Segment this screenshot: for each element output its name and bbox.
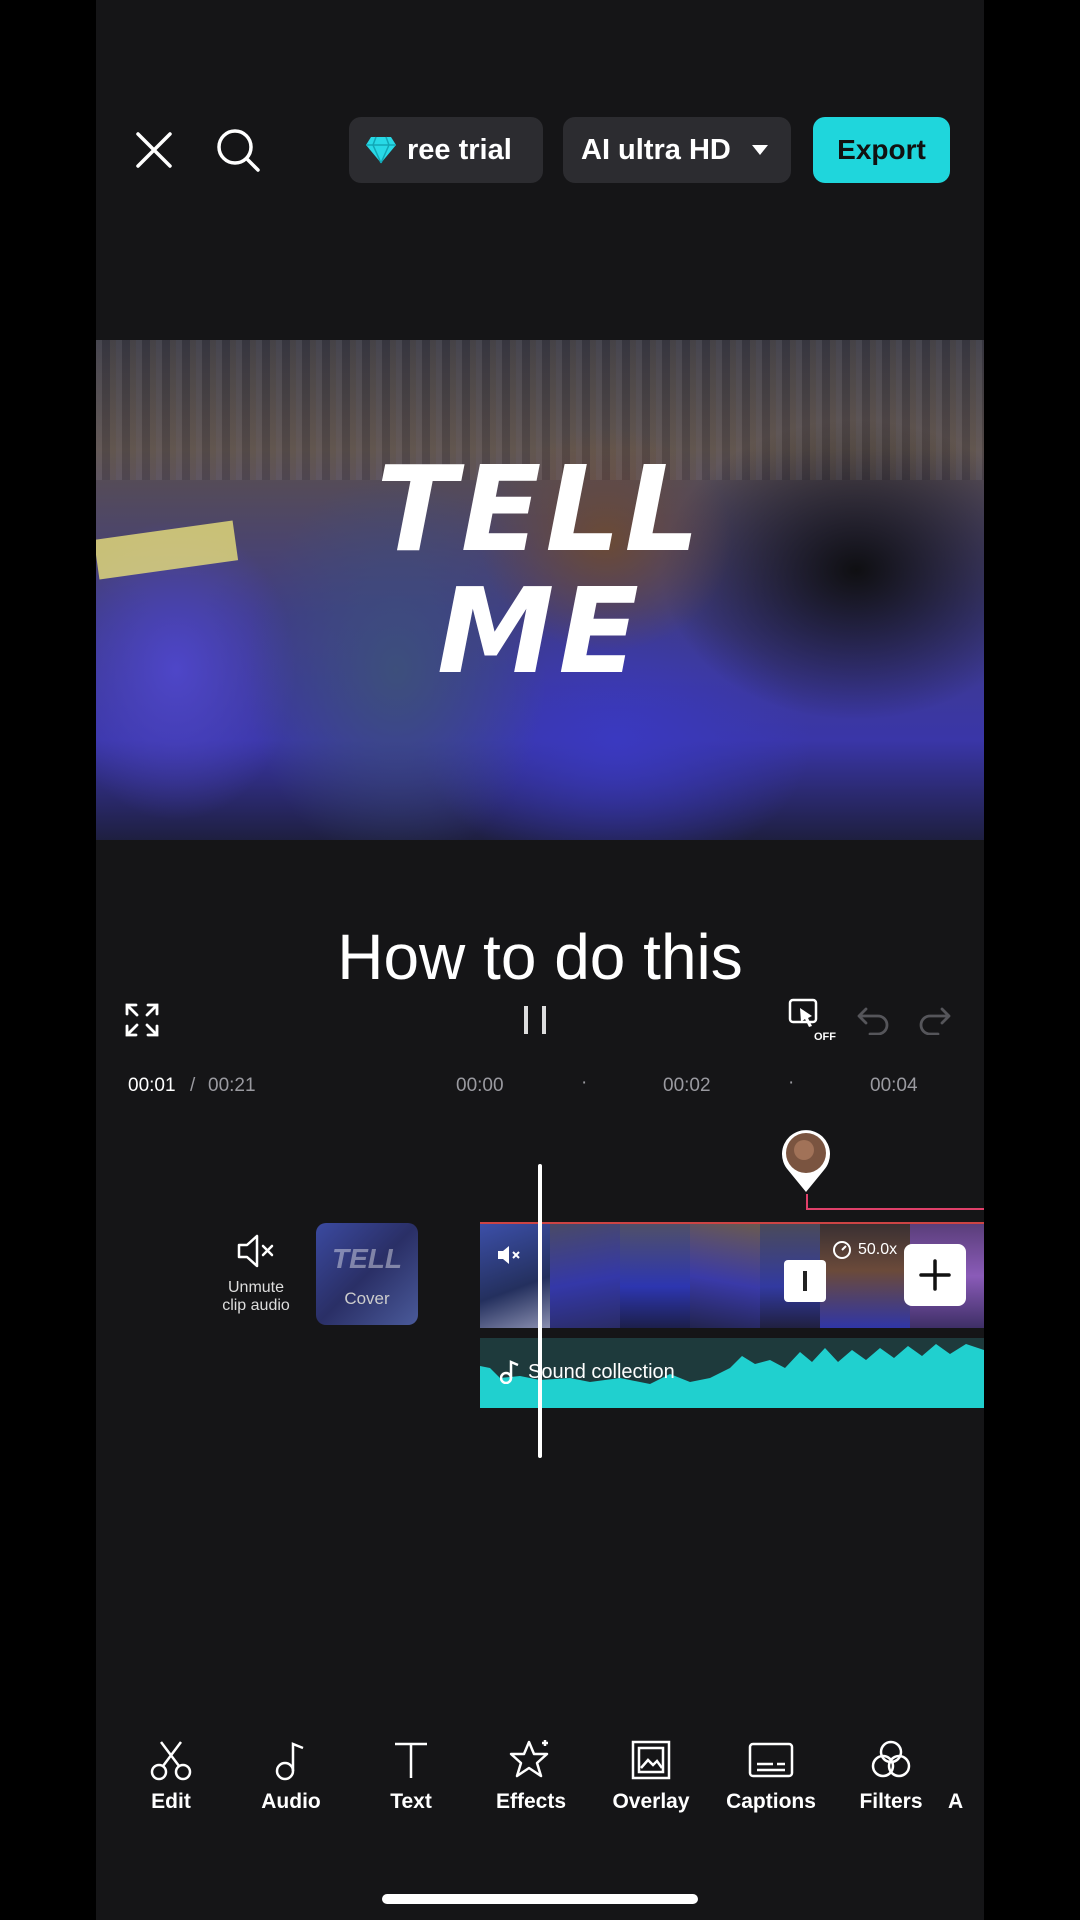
audio-track[interactable]: Sound collection <box>480 1338 984 1408</box>
clip-muted-icon <box>496 1244 522 1271</box>
sync-off-label: OFF <box>814 1031 836 1042</box>
tool-label: Overlay <box>612 1790 690 1813</box>
overlay-text-line2[interactable]: ME <box>96 562 984 700</box>
keyframe-marker[interactable] <box>780 1128 832 1194</box>
redo-icon[interactable] <box>918 1004 952 1036</box>
clip-trim-handle[interactable] <box>784 1260 826 1302</box>
diamond-icon <box>365 135 397 165</box>
scissors-icon <box>150 1741 192 1781</box>
speed-label: 50.0x <box>858 1241 898 1258</box>
video-preview[interactable]: TELL ME <box>96 340 984 840</box>
tool-captions[interactable]: Captions <box>716 1738 826 1814</box>
total-time: 00:21 <box>208 1075 256 1096</box>
speed-gauge-icon <box>833 1241 851 1259</box>
captions-icon <box>748 1742 794 1778</box>
add-clip-button[interactable] <box>904 1244 966 1306</box>
tool-effects[interactable]: Effects <box>476 1738 586 1814</box>
pause-icon[interactable] <box>520 1003 550 1037</box>
tool-label: A <box>948 1790 964 1813</box>
tool-label: Effects <box>495 1790 567 1813</box>
tool-label: Filters <box>859 1790 923 1813</box>
fullscreen-icon[interactable] <box>124 1002 160 1038</box>
time-separator: / <box>190 1075 196 1096</box>
ruler-tick-label: 00:02 <box>663 1075 711 1096</box>
overlay-text-line1[interactable]: TELL <box>96 440 984 578</box>
search-icon[interactable] <box>212 124 264 176</box>
chevron-down-icon <box>751 144 769 156</box>
clip-frame <box>550 1224 620 1328</box>
keyframe-line <box>806 1194 984 1210</box>
close-icon[interactable] <box>130 126 178 174</box>
tool-audio[interactable]: Audio <box>236 1738 346 1814</box>
clip-frame <box>690 1224 760 1328</box>
tool-label: Captions <box>726 1790 816 1813</box>
editor-app: ree trial AI ultra HD Export TELL ME How… <box>96 0 984 1920</box>
quality-label: AI ultra HD <box>581 133 731 166</box>
ruler-dot: · <box>581 1072 588 1093</box>
free-trial-label: ree trial <box>407 133 512 166</box>
audio-track-label: Sound collection <box>500 1360 675 1384</box>
clip-frame <box>620 1224 690 1328</box>
cover-button[interactable]: TELL Cover <box>316 1223 418 1325</box>
playhead[interactable] <box>538 1164 542 1458</box>
tool-edit[interactable]: Edit <box>116 1738 226 1814</box>
filters-icon <box>871 1740 911 1778</box>
speed-badge: 50.0x <box>832 1240 897 1260</box>
tool-text[interactable]: Text <box>356 1738 466 1814</box>
music-note-icon <box>500 1360 519 1384</box>
music-note-icon <box>275 1742 304 1781</box>
timeline-header: 00:01 / 00:21 00:00 · 00:02 · 00:04 <box>96 1060 984 1110</box>
caption-text: How to do this <box>337 921 743 993</box>
speaker-mute-icon <box>237 1234 274 1268</box>
tool-overlay[interactable]: Overlay <box>596 1738 706 1814</box>
audio-label: Sound collection <box>528 1360 675 1383</box>
current-time: 00:01 <box>128 1075 176 1096</box>
tool-more[interactable]: A <box>948 1738 984 1814</box>
ruler-dot: · <box>788 1072 795 1093</box>
cover-thumb-text: TELL <box>332 1243 402 1274</box>
free-trial-button[interactable]: ree trial <box>349 117 543 183</box>
ruler-tick-label: 00:04 <box>870 1075 918 1096</box>
sparkle-star-icon <box>509 1740 549 1778</box>
tool-filters[interactable]: Filters <box>836 1738 946 1814</box>
sync-toggle-icon[interactable]: OFF <box>788 998 838 1042</box>
undo-icon[interactable] <box>856 1004 890 1036</box>
home-indicator <box>382 1894 698 1904</box>
quality-dropdown[interactable]: AI ultra HD <box>563 117 791 183</box>
unmute-clip-audio-button[interactable]: Unmute clip audio <box>214 1232 298 1315</box>
plus-icon <box>919 1259 951 1291</box>
text-icon <box>395 1742 427 1778</box>
overlay-image-icon <box>631 1740 671 1780</box>
ruler-tick-label: 00:00 <box>456 1075 504 1096</box>
tool-label: Audio <box>261 1790 321 1813</box>
export-button[interactable]: Export <box>813 117 950 183</box>
cover-label: Cover <box>344 1289 390 1308</box>
tool-label: Text <box>390 1790 432 1813</box>
tool-label: Edit <box>151 1790 191 1813</box>
unmute-label: Unmute clip audio <box>222 1279 290 1314</box>
